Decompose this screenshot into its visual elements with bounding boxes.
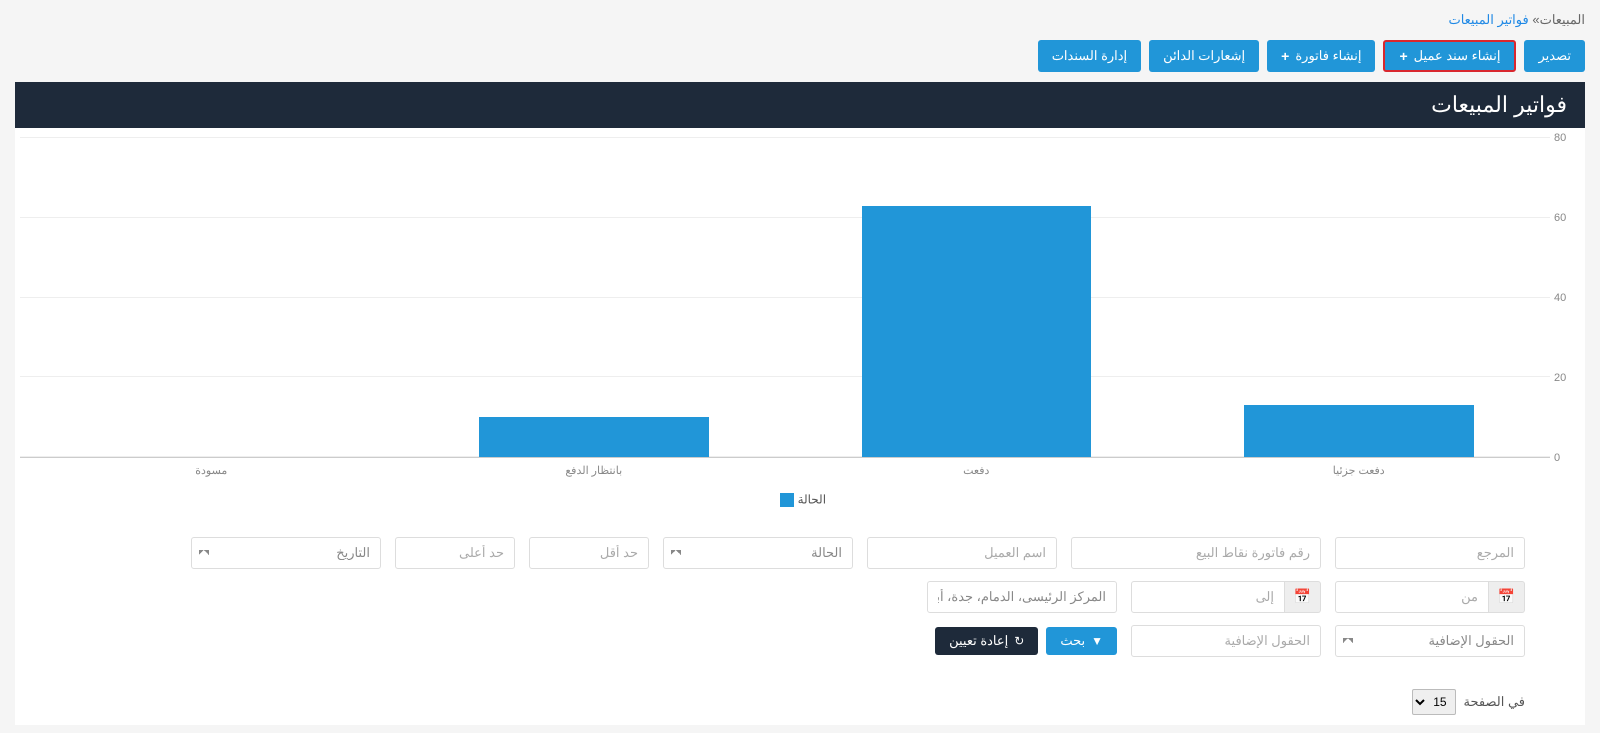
date-select[interactable]: التاريخ — [191, 537, 381, 569]
chart-xaxis: مسودةبانتظار الدفعدفعتدفعت جزئيا — [20, 458, 1580, 477]
from-date-input[interactable] — [1335, 581, 1489, 613]
breadcrumb: المبيعات» فواتير المبيعات — [15, 8, 1585, 36]
create-client-voucher-label: إنشاء سند عميل — [1414, 48, 1501, 64]
ytick: 20 — [1554, 372, 1566, 384]
min-input[interactable] — [529, 537, 649, 569]
create-invoice-button[interactable]: + إنشاء فاتورة — [1267, 40, 1375, 72]
filters-panel: الحالة التاريخ 📅 📅 الحقول الإضافية — [15, 523, 1585, 679]
breadcrumb-root: المبيعات» — [1532, 12, 1585, 27]
reference-input[interactable] — [1335, 537, 1525, 569]
chart-plot — [20, 138, 1550, 458]
funnel-icon: ▼ — [1091, 634, 1103, 648]
xtick: بانتظار الدفع — [403, 458, 786, 477]
bar — [479, 417, 709, 457]
ytick: 80 — [1554, 132, 1566, 144]
ytick: 0 — [1554, 452, 1560, 464]
calendar-icon[interactable]: 📅 — [1489, 581, 1525, 613]
search-label: بحث — [1060, 633, 1085, 649]
ytick: 60 — [1554, 212, 1566, 224]
bar-slot — [1168, 138, 1551, 457]
status-select[interactable]: الحالة — [663, 537, 853, 569]
xtick: دفعت — [785, 458, 1168, 477]
create-client-voucher-button[interactable]: + إنشاء سند عميل — [1383, 40, 1516, 72]
bar-row — [20, 138, 1550, 457]
reset-button[interactable]: ↻ إعادة تعيين — [935, 627, 1038, 655]
plus-icon: + — [1399, 48, 1407, 64]
pos-invoice-input[interactable] — [1071, 537, 1321, 569]
credit-notes-label: إشعارات الدائن — [1163, 48, 1245, 64]
ytick: 40 — [1554, 292, 1566, 304]
pager-select[interactable]: 15 — [1412, 689, 1456, 715]
bar-slot — [785, 138, 1168, 457]
manage-vouchers-label: إدارة السندات — [1052, 48, 1127, 64]
bar-slot — [403, 138, 786, 457]
pager-label: في الصفحة — [1464, 694, 1525, 710]
bar-slot — [20, 138, 403, 457]
export-label: تصدير — [1538, 48, 1571, 64]
toolbar: إدارة السندات إشعارات الدائن + إنشاء فات… — [15, 36, 1585, 82]
pager: في الصفحة 15 — [15, 679, 1585, 725]
chart-yaxis: 020406080 — [1550, 138, 1580, 458]
breadcrumb-current[interactable]: فواتير المبيعات — [1448, 12, 1528, 27]
calendar-icon[interactable]: 📅 — [1285, 581, 1321, 613]
xtick: مسودة — [20, 458, 403, 477]
plus-icon: + — [1281, 48, 1289, 64]
export-button[interactable]: تصدير — [1524, 40, 1585, 72]
client-name-input[interactable] — [867, 537, 1057, 569]
search-button[interactable]: ▼ بحث — [1046, 627, 1117, 655]
bar — [862, 206, 1092, 457]
create-invoice-label: إنشاء فاتورة — [1295, 48, 1361, 64]
chart-panel: 0 20 40 60 80 مسودةبانتظار الدفعدفعتدفعت جزئ… — [15, 128, 1585, 523]
credit-notes-button[interactable]: إشعارات الدائن — [1149, 40, 1259, 72]
reset-label: إعادة تعيين — [949, 633, 1008, 649]
extra-fields-input[interactable] — [1131, 625, 1321, 657]
xtick: دفعت جزئيا — [1168, 458, 1551, 477]
legend-label: الحالة — [798, 493, 826, 507]
legend-swatch — [780, 493, 794, 507]
max-input[interactable] — [395, 537, 515, 569]
to-date-group: 📅 — [1131, 581, 1321, 613]
panel-title: فواتير المبيعات — [15, 82, 1585, 128]
chart-area: 020406080 — [20, 138, 1580, 458]
from-date-group: 📅 — [1335, 581, 1525, 613]
manage-vouchers-button[interactable]: إدارة السندات — [1038, 40, 1141, 72]
branches-input[interactable] — [927, 581, 1117, 613]
chart-legend: الحالة — [20, 477, 1580, 513]
reload-icon: ↻ — [1014, 634, 1024, 648]
to-date-input[interactable] — [1131, 581, 1285, 613]
bar — [1244, 405, 1474, 457]
extra-fields-select[interactable]: الحقول الإضافية — [1335, 625, 1525, 657]
